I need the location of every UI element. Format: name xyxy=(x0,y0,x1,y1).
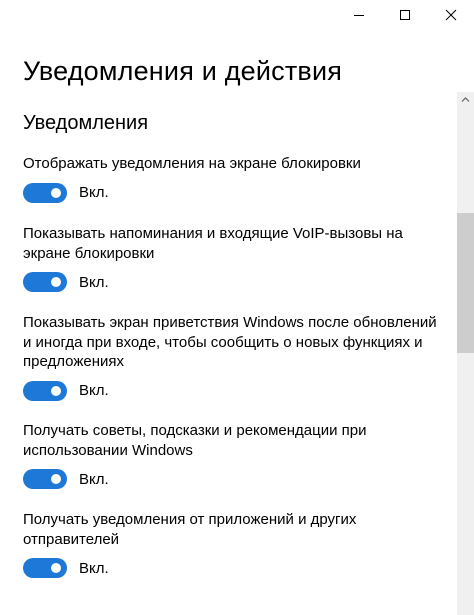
toggle-knob xyxy=(51,277,61,287)
page-title: Уведомления и действия xyxy=(23,56,343,86)
toggle-state-label: Вкл. xyxy=(79,184,109,201)
maximize-button[interactable] xyxy=(382,0,428,30)
settings-window: Уведомления и действия Уведомления Отобр… xyxy=(0,0,474,615)
minimize-icon xyxy=(354,15,364,16)
toggle-knob xyxy=(51,563,61,573)
toggle-row: Вкл. xyxy=(23,469,448,489)
close-icon xyxy=(445,9,457,21)
toggle-state-label: Вкл. xyxy=(79,273,109,291)
setting-label: Отображать уведомления на экране блокиро… xyxy=(23,155,361,172)
vertical-scrollbar[interactable] xyxy=(457,92,474,615)
app-notifications-toggle[interactable] xyxy=(23,558,67,578)
minimize-button[interactable] xyxy=(336,0,382,30)
lock-screen-notifications-toggle[interactable] xyxy=(23,182,67,203)
welcome-experience-toggle[interactable] xyxy=(23,380,67,401)
setting-label: Получать уведомления от приложений и дру… xyxy=(23,511,357,548)
toggle-state-label: Вкл. xyxy=(79,470,109,488)
toggle-row: Вкл. xyxy=(23,182,448,203)
toggle-row: Вкл. xyxy=(23,272,448,292)
reminders-voip-toggle[interactable] xyxy=(23,272,67,292)
toggle-knob xyxy=(51,187,61,198)
toggle-state-label: Вкл. xyxy=(79,559,109,577)
setting-welcome-experience: Показывать экран приветствия Windows пос… xyxy=(23,313,448,401)
maximize-icon xyxy=(400,10,410,20)
setting-reminders-voip: Показывать напоминания и входящие VoIP-в… xyxy=(23,224,448,292)
setting-app-notifications: Получать уведомления от приложений и дру… xyxy=(23,510,448,578)
setting-label: Показывать напоминания и входящие VoIP-в… xyxy=(23,225,403,262)
toggle-state-label: Вкл. xyxy=(79,382,109,399)
tips-suggestions-toggle[interactable] xyxy=(23,469,67,489)
close-button[interactable] xyxy=(428,0,474,30)
toggle-knob xyxy=(51,474,61,484)
toggle-knob xyxy=(51,385,61,396)
section-title: Уведомления xyxy=(23,112,149,134)
toggle-row: Вкл. xyxy=(23,380,448,401)
setting-tips-suggestions: Получать советы, подсказки и рекомендаци… xyxy=(23,421,448,489)
setting-label: Показывать экран приветствия Windows пос… xyxy=(23,314,437,370)
setting-label: Получать советы, подсказки и рекомендаци… xyxy=(23,422,367,459)
title-bar-controls xyxy=(336,0,474,30)
setting-lock-screen-notifications: Отображать уведомления на экране блокиро… xyxy=(23,154,448,203)
toggle-row: Вкл. xyxy=(23,558,448,578)
scroll-up-arrow-icon[interactable] xyxy=(461,96,470,103)
scrollbar-thumb[interactable] xyxy=(457,213,474,353)
